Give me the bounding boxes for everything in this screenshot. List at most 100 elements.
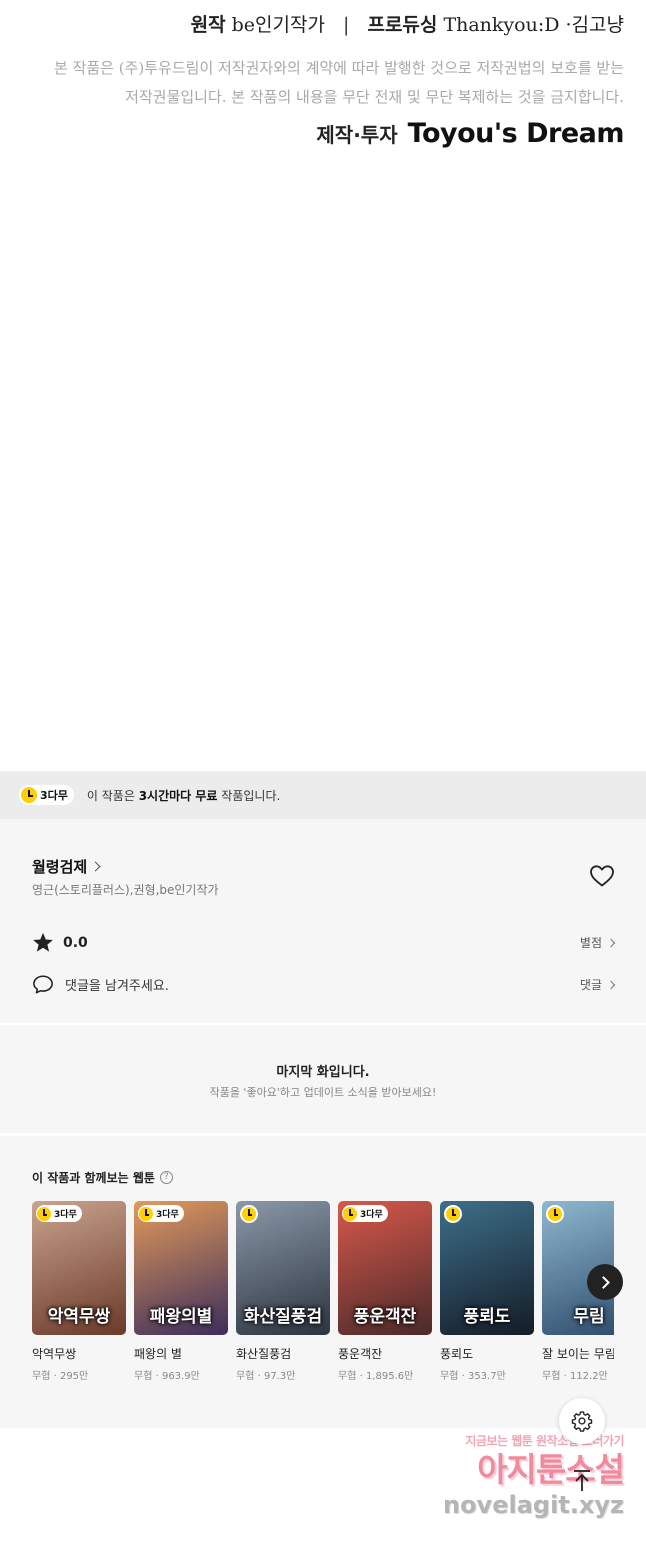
webtoon-title: 잘 보이는 무림 비 (542, 1347, 614, 1361)
cover-title-art: 패왕의별 (149, 1307, 213, 1327)
webtoon-card[interactable]: 3다무패왕의별패왕의 별무협 · 963.9만 (134, 1201, 228, 1382)
webtoon-meta: 무협 · 963.9만 (134, 1367, 228, 1382)
question-mark-icon[interactable]: ? (159, 1171, 173, 1184)
comment-link[interactable]: 댓글 (579, 976, 616, 993)
meta-separator: · (50, 1371, 60, 1382)
last-episode-notice: 마지막 화입니다. 작품을 '좋아요'하고 업데이트 소식을 받아보세요! (0, 1025, 646, 1133)
webtoon-card[interactable]: 3다무 풍운객잔 풍운객잔 무협 · 1,895.6만 (338, 1201, 432, 1382)
work-authors: 영근(스토리플러스),권형,be인기작가 (32, 883, 219, 897)
wait-free-indicator (444, 1205, 462, 1223)
gear-icon (571, 1411, 593, 1432)
wait-free-badge-label: 3다무 (360, 1210, 383, 1220)
clock-icon (446, 1207, 460, 1221)
wait-free-badge: 3다무 (138, 1205, 184, 1222)
meta-separator: · (152, 1371, 162, 1382)
webtoon-views: 97.3만 (263, 1371, 296, 1382)
comment-prompt: 댓글을 남겨주세요. (65, 979, 169, 994)
webtoon-genre: 무협 (32, 1371, 51, 1382)
rating-value: 0.0 (63, 934, 88, 951)
recommendations-title: 이 작품과 함께보는 웹툰 (32, 1171, 155, 1185)
carousel-next-button[interactable] (587, 1264, 623, 1300)
webtoon-views: 353.7만 (467, 1371, 506, 1382)
wait-free-badge: 3다무 (36, 1205, 82, 1222)
rating-link-label: 별점 (579, 936, 602, 950)
last-episode-title: 마지막 화입니다. (276, 1065, 370, 1080)
scroll-to-top-button[interactable] (559, 1458, 605, 1504)
webtoon-thumbnail: 풍뢰도 (440, 1201, 534, 1335)
webtoon-thumbnail: 3다무풍운객잔 (338, 1201, 432, 1335)
meta-separator: · (560, 1371, 570, 1382)
webtoon-card[interactable]: 화산질풍검 화산질풍검 무협 · 97.3만 (236, 1201, 330, 1382)
webtoon-genre: 무협 (134, 1371, 153, 1382)
webtoon-title: 악역무쌍 (32, 1347, 77, 1361)
cover-title-art: 화산질풍검 (243, 1307, 323, 1327)
heart-icon[interactable] (589, 864, 615, 888)
wait-free-badge-label: 3다무 (40, 789, 68, 802)
cover-title-art: 풍뢰도 (463, 1307, 511, 1327)
webtoon-card[interactable]: 풍뢰도 풍뢰도 무협 · 353.7만 (440, 1201, 534, 1382)
meta-separator: · (356, 1371, 366, 1382)
webtoon-thumbnail: 3다무패왕의별 (134, 1201, 228, 1335)
webtoon-meta: 무협 · 353.7만 (440, 1367, 534, 1382)
wait-free-indicator (546, 1205, 564, 1223)
webtoon-genre: 무협 (338, 1371, 357, 1382)
webtoon-title: 화산질풍검 (236, 1347, 292, 1361)
webtoon-meta: 무협 · 112.2만 (542, 1367, 614, 1382)
speech-bubble-icon (33, 975, 53, 994)
rating-row: 0.0 별점 (32, 932, 616, 953)
chevron-right-icon (606, 980, 616, 989)
webtoon-views: 295만 (59, 1371, 89, 1382)
comment-row[interactable]: 댓글을 남겨주세요. 댓글 (32, 974, 616, 995)
webtoon-thumbnail: 3다무악역무쌍 (32, 1201, 126, 1335)
work-title: 월령검제 (32, 858, 88, 876)
webtoon-views: 112.2만 (569, 1371, 608, 1382)
wait-free-badge: 3다무 (19, 785, 74, 805)
cover-title-art: 악역무쌍 (47, 1307, 111, 1327)
company-logo: Toyou's Dream (407, 118, 625, 149)
arrow-up-icon (574, 1470, 590, 1491)
star-icon (33, 932, 53, 952)
copyright-notice: 본 작품은 (주)투유드림이 저작권자와의 계약에 따라 발행한 것으로 저작권… (24, 54, 624, 112)
free-wait-banner: 3다무 이 작품은 3시간마다 무료 작품입니다. (0, 771, 646, 819)
webtoon-genre: 무협 (440, 1371, 459, 1382)
wait-free-badge-label: 3다무 (54, 1210, 77, 1220)
wait-free-badge-label: 3다무 (156, 1210, 179, 1220)
work-title-link[interactable]: 월령검제 (32, 856, 101, 877)
free-wait-text: 이 작품은 3시간마다 무료 작품입니다. (87, 787, 280, 804)
wait-free-badge: 3다무 (342, 1205, 388, 1222)
comment-link-label: 댓글 (579, 978, 602, 992)
producers: Thankyou:D ·김고냥 (443, 14, 624, 36)
webtoon-card[interactable]: 3다무 악역무쌍 악역무쌍 무협 · 295만 (32, 1201, 126, 1382)
meta-separator: · (458, 1371, 468, 1382)
free-wait-text-bold: 3시간마다 무료 (138, 788, 218, 803)
recommendations-header: 이 작품과 함께보는 웹툰 ? (32, 1169, 173, 1186)
wait-free-indicator (240, 1205, 258, 1223)
cover-title-art: 풍운객잔 (353, 1307, 417, 1327)
recommendations-section: 이 작품과 함께보는 웹툰 ? 3다무 악역무쌍 악역무쌍 무협 · 295만 3다무 패… (0, 1136, 646, 1428)
webtoon-thumbnail: 화산질풍검 (236, 1201, 330, 1335)
settings-button[interactable] (559, 1398, 605, 1444)
notice-line-2: 저작권물입니다. 본 작품의 내용을 무단 전재 및 무단 복제하는 것을 금지… (125, 88, 624, 106)
chevron-right-icon (606, 938, 616, 947)
recommendations-carousel[interactable]: 3다무 악역무쌍 악역무쌍 무협 · 295만 3다무 패왕의별 패왕의 별 무협 · 963… (32, 1201, 614, 1411)
webtoon-title: 풍운객잔 (338, 1347, 383, 1361)
free-wait-text-prefix: 이 작품은 (86, 788, 139, 803)
webtoon-meta: 무협 · 97.3만 (236, 1367, 330, 1382)
credits-separator: | (343, 14, 350, 36)
chevron-right-icon (90, 861, 101, 872)
clock-icon (139, 1206, 153, 1221)
original-label: 원작 (190, 14, 226, 36)
webtoon-title: 풍뢰도 (440, 1347, 474, 1361)
last-episode-subtitle: 작품을 '좋아요'하고 업데이트 소식을 받아보세요! (209, 1086, 437, 1099)
webtoon-title: 패왕의 별 (134, 1347, 182, 1361)
cover-title-art: 무림 (573, 1307, 605, 1327)
original-author: be인기작가 (231, 14, 325, 36)
webtoon-views: 963.9만 (161, 1371, 200, 1382)
clock-icon (548, 1207, 562, 1221)
webtoon-meta: 무협 · 295만 (32, 1367, 126, 1382)
clock-icon (242, 1207, 256, 1221)
rating-link[interactable]: 별점 (579, 934, 616, 951)
free-wait-text-suffix: 작품입니다. (217, 788, 281, 803)
work-info-panel: 월령검제 영근(스토리플러스),권형,be인기작가 0.0 별점 댓글을 남겨주… (0, 819, 646, 1023)
webtoon-views: 1,895.6만 (365, 1371, 414, 1382)
